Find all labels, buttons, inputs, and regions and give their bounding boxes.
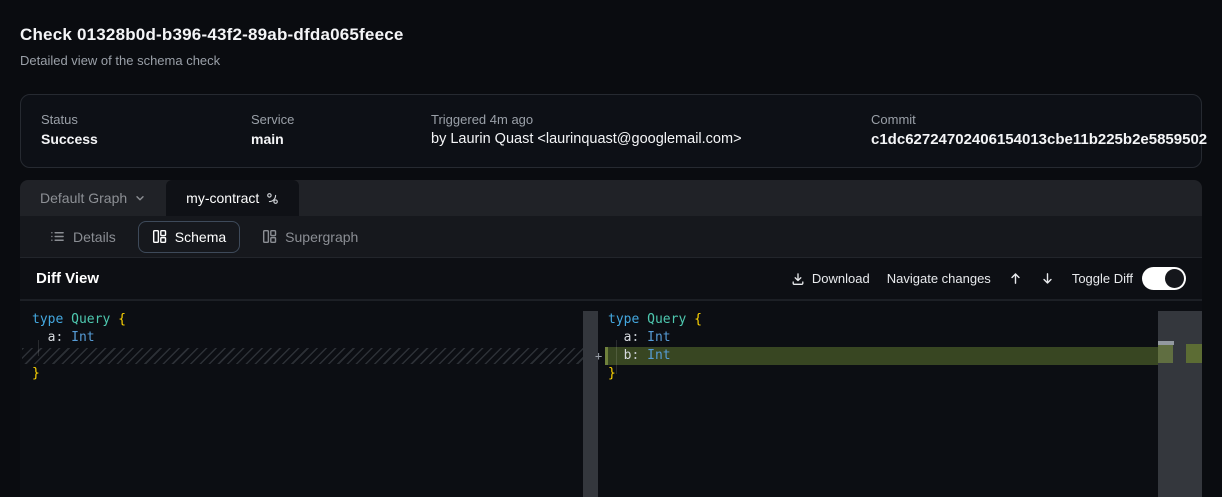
right-scrollbar[interactable] <box>1158 311 1202 497</box>
triggered-label: Triggered 4m ago <box>431 112 533 127</box>
triggered-value: by Laurin Quast <laurinquast@googlemail.… <box>431 131 742 147</box>
schema-diff-editor: type Query { a: Int} type Query { a: Int… <box>20 300 1202 497</box>
modified-code-line: a: Int <box>598 329 1158 347</box>
code-token: type <box>32 312 71 327</box>
list-icon <box>50 229 65 244</box>
code-token: } <box>608 366 616 381</box>
code-token: { <box>694 312 702 327</box>
original-code-line: a: Int <box>20 329 583 347</box>
code-token: Int <box>639 330 670 345</box>
page-title: Check 01328b0d-b396-43f2-89ab-dfda065fee… <box>20 25 404 45</box>
page-subtitle: Detailed view of the schema check <box>20 53 220 68</box>
service-label: Service <box>251 112 294 127</box>
tab-my-contract-label: my-contract <box>186 190 259 206</box>
tab-schema-label: Schema <box>175 229 226 245</box>
download-icon <box>791 272 805 286</box>
indent-guide <box>38 340 39 356</box>
original-code-line: } <box>20 365 583 383</box>
tab-default-graph[interactable]: Default Graph <box>20 180 166 216</box>
columns-panel-icon <box>262 229 277 244</box>
toggle-diff-group: Toggle Diff <box>1072 267 1186 290</box>
download-button[interactable]: Download <box>791 271 870 286</box>
chevron-down-icon <box>134 192 146 204</box>
commit-value: c1dc62724702406154013cbe11b225b2e5859502 <box>871 131 1207 148</box>
overview-added-tint <box>1158 345 1173 363</box>
code-token: Int <box>639 348 670 363</box>
code-token: Query <box>647 312 694 327</box>
code-token: type <box>608 312 647 327</box>
missing-line-hatch <box>22 348 583 364</box>
status-label: Status <box>41 112 78 127</box>
code-token: Query <box>71 312 118 327</box>
left-scrollbar[interactable] <box>583 311 598 497</box>
tab-supergraph[interactable]: Supergraph <box>248 221 372 253</box>
arrow-down-icon <box>1040 271 1055 286</box>
modified-code: type Query { a: Int+ b: Int} <box>598 311 1158 383</box>
check-meta-card: Status Success Service main Triggered 4m… <box>20 94 1202 168</box>
original-code: type Query { a: Int} <box>20 311 583 383</box>
indent-guide <box>616 340 617 374</box>
added-line-marker: + <box>595 347 602 365</box>
original-code-line <box>20 347 583 365</box>
code-token: Int <box>63 330 94 345</box>
overview-added-marker <box>1186 344 1202 363</box>
commit-label: Commit <box>871 112 916 127</box>
check-detail-panel: Default Graph my-contract Details <box>20 180 1202 497</box>
contract-fork-icon <box>266 192 279 205</box>
navigate-down-button[interactable] <box>1040 271 1055 286</box>
tab-schema[interactable]: Schema <box>138 221 240 253</box>
navigate-changes-label: Navigate changes <box>887 271 991 286</box>
arrow-up-icon <box>1008 271 1023 286</box>
tab-supergraph-label: Supergraph <box>285 229 358 245</box>
columns-panel-icon <box>152 229 167 244</box>
status-value: Success <box>41 131 98 147</box>
code-token: a <box>608 330 631 345</box>
toggle-diff-label: Toggle Diff <box>1072 271 1133 286</box>
modified-code-line: } <box>598 365 1158 383</box>
navigate-up-button[interactable] <box>1008 271 1023 286</box>
code-token: b <box>608 348 631 363</box>
diff-toolbar: Diff View Download Navigate changes <box>20 258 1202 300</box>
graph-tabstrip: Default Graph my-contract <box>20 180 1202 216</box>
view-tabbar: Details Schema Supergraph <box>20 216 1202 258</box>
code-token: } <box>32 366 40 381</box>
code-token: a <box>32 330 55 345</box>
modified-code-line: + b: Int <box>605 347 1158 365</box>
tab-details-label: Details <box>73 229 116 245</box>
tab-default-graph-label: Default Graph <box>40 190 127 206</box>
toggle-diff-switch[interactable] <box>1142 267 1186 290</box>
navigate-changes-button[interactable]: Navigate changes <box>887 271 991 286</box>
code-token: { <box>118 312 126 327</box>
diff-pane-original: type Query { a: Int} <box>20 301 598 497</box>
tab-details[interactable]: Details <box>36 221 130 253</box>
tab-my-contract[interactable]: my-contract <box>166 180 299 216</box>
original-code-line: type Query { <box>20 311 583 329</box>
service-value: main <box>251 131 284 147</box>
modified-code-line: type Query { <box>598 311 1158 329</box>
toggle-diff-knob <box>1165 269 1184 288</box>
diff-view-title: Diff View <box>36 270 99 287</box>
diff-toolbar-actions: Download Navigate changes Toggle Diff <box>791 267 1186 290</box>
diff-pane-modified: type Query { a: Int+ b: Int} <box>598 301 1202 497</box>
download-button-label: Download <box>812 271 870 286</box>
